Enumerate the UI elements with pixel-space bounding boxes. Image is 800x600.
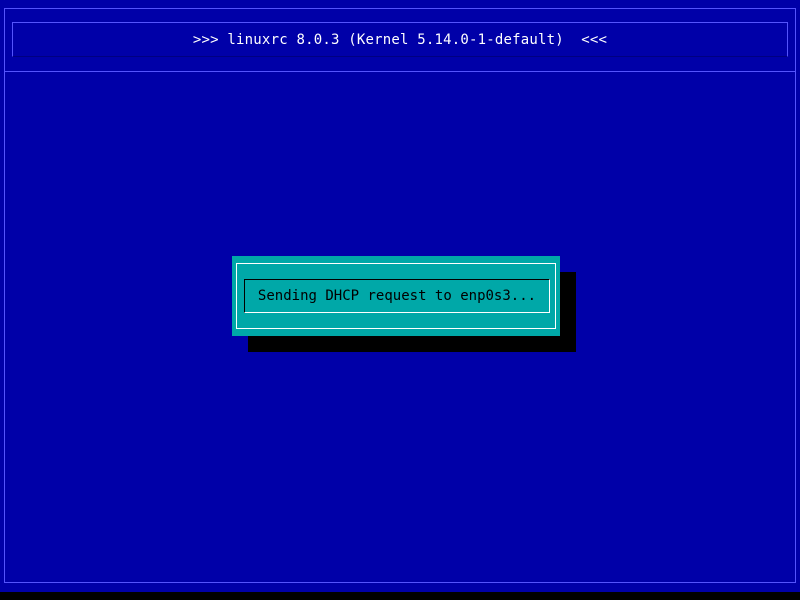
installer-screen: >>> linuxrc 8.0.3 (Kernel 5.14.0-1-defau…: [0, 0, 800, 592]
status-dialog: Sending DHCP request to enp0s3...: [232, 256, 560, 336]
title-text: >>> linuxrc 8.0.3 (Kernel 5.14.0-1-defau…: [192, 31, 608, 48]
bottom-strip: [0, 592, 800, 600]
status-message: Sending DHCP request to enp0s3...: [257, 288, 537, 304]
title-bar: >>> linuxrc 8.0.3 (Kernel 5.14.0-1-defau…: [12, 22, 788, 57]
status-message-box: Sending DHCP request to enp0s3...: [244, 279, 550, 313]
